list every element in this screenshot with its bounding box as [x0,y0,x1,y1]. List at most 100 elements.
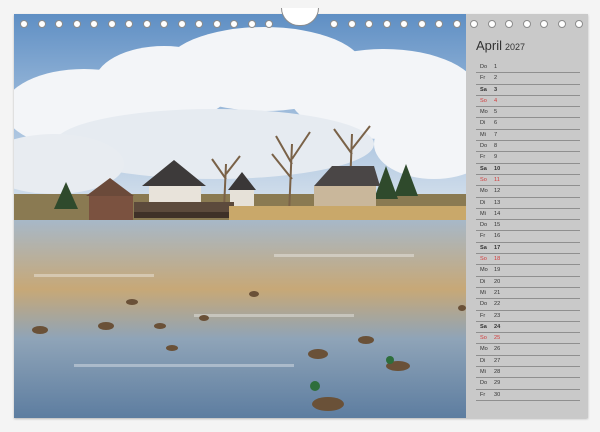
day-number: 16 [494,233,501,240]
weekday-label: Do [480,64,488,70]
day-row: Fr 16 [476,231,580,243]
day-row: Sa 17 [476,243,580,255]
day-row: Fr 2 [476,73,580,85]
weekday-label: So [480,256,487,263]
day-row: Do 29 [476,378,580,390]
day-row: So 11 [476,175,580,187]
day-number: 12 [494,188,501,195]
calendar-page: April 2027 Do 1 Fr 2 Sa 3 So 4 Mo 5 Di 6 Mi 7 Do 8 Fr 9 Sa 1… [0,0,600,432]
day-row: Do 22 [476,299,580,311]
month-name: April [476,38,503,53]
day-number: 4 [494,97,498,104]
day-number: 2 [494,75,498,82]
day-number: 7 [494,131,498,138]
weekday-label: Mi [480,289,486,296]
day-row: Mi 21 [476,288,580,300]
weekday-label: Mi [480,210,486,217]
day-number: 13 [494,199,501,206]
day-row: So 4 [476,96,580,108]
day-number: 18 [494,256,501,263]
lake-scene [14,14,466,418]
weekday-label: Sa [480,165,487,172]
weekday-label: Sa [480,323,487,330]
weekday-label: Sa [480,244,487,251]
weekday-label: Di [480,357,486,364]
day-row: Do 1 [476,62,580,74]
day-number: 27 [494,357,501,364]
day-number: 30 [494,391,501,398]
weekday-label: Di [480,278,486,285]
weekday-label: So [480,335,487,342]
weekday-label: So [480,97,487,104]
weekday-label: Mo [480,267,488,274]
day-number: 22 [494,301,501,308]
weekday-label: So [480,176,487,183]
day-number: 6 [494,120,498,127]
day-number: 29 [494,380,501,387]
day-row: Mi 28 [476,367,580,379]
weekday-label: Fr [480,312,486,319]
day-row: Do 8 [476,141,580,153]
weekday-label: Do [480,380,488,387]
day-number: 14 [494,210,501,217]
landscape-photo [14,14,466,418]
day-row: Di 20 [476,277,580,288]
day-row: Mi 7 [476,130,580,142]
weekday-label: Di [480,120,486,127]
day-number: 17 [494,244,501,251]
weekday-label: Fr [480,391,486,398]
day-row: Mi 14 [476,209,580,221]
day-number: 23 [494,312,501,319]
weekday-label: Fr [480,75,486,82]
day-number: 5 [494,109,498,116]
weekday-label: Mo [480,346,488,353]
weekday-label: Mo [480,109,488,116]
lake [14,220,466,418]
weekday-label: Fr [480,233,486,240]
day-row: Di 27 [476,356,580,368]
day-row: Fr 23 [476,311,580,322]
day-row: Fr 30 [476,390,580,401]
day-row: Sa 3 [476,85,580,96]
weekday-label: Do [480,301,488,308]
day-row: Sa 10 [476,164,580,175]
reeds [229,206,466,222]
day-number: 9 [494,154,498,161]
weekday-label: Mo [480,188,488,195]
weekday-label: Sa [480,86,487,93]
day-row: Sa 24 [476,322,580,334]
day-number: 8 [494,143,498,150]
day-row: Mo 26 [476,344,580,356]
day-number: 28 [494,369,501,376]
day-row: Di 13 [476,198,580,209]
day-number: 15 [494,222,501,229]
day-number: 11 [494,176,500,183]
day-row: Mo 5 [476,107,580,119]
day-number: 3 [494,86,498,93]
weekday-label: Mi [480,369,486,376]
day-row: So 25 [476,333,580,345]
day-number: 24 [494,323,501,330]
day-row: Fr 9 [476,152,580,164]
day-number: 26 [494,346,501,353]
calendar-panel: April 2027 Do 1 Fr 2 Sa 3 So 4 Mo 5 Di 6 Mi 7 Do 8 Fr 9 Sa 1… [476,38,580,401]
day-number: 1 [494,64,498,70]
day-row: Mo 19 [476,265,580,277]
day-row: Mo 12 [476,186,580,198]
day-list: Do 1 Fr 2 Sa 3 So 4 Mo 5 Di 6 Mi 7 Do 8 Fr 9 Sa 10 So 11 Mo 12 D… [476,62,580,401]
weekday-label: Do [480,143,488,150]
day-row: Di 6 [476,118,580,130]
day-row: So 18 [476,254,580,266]
day-number: 19 [494,267,501,274]
day-number: 10 [494,165,501,172]
weekday-label: Di [480,199,486,206]
weekday-label: Mi [480,131,486,138]
month-header: April 2027 [476,38,580,58]
day-row: Do 15 [476,220,580,232]
weekday-label: Do [480,222,488,229]
day-number: 25 [494,335,501,342]
year: 2027 [505,42,526,52]
weekday-label: Fr [480,154,486,161]
day-number: 21 [494,289,501,296]
day-number: 20 [494,278,501,285]
